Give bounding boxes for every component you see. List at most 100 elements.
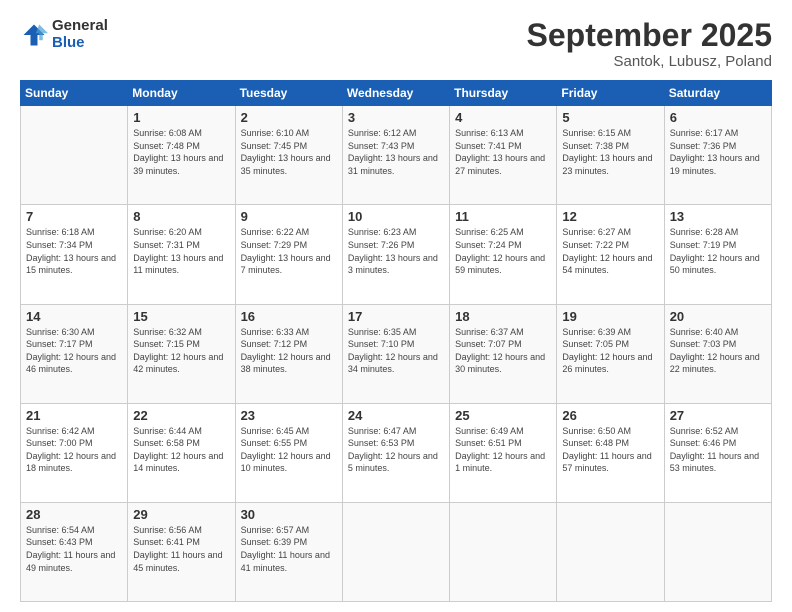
calendar-cell [557, 502, 664, 601]
calendar-week-row: 1 Sunrise: 6:08 AMSunset: 7:48 PMDaylight… [21, 106, 772, 205]
calendar-week-row: 7 Sunrise: 6:18 AMSunset: 7:34 PMDaylight… [21, 205, 772, 304]
day-info: Sunrise: 6:15 AMSunset: 7:38 PMDaylight:… [562, 127, 658, 177]
calendar-cell: 20 Sunrise: 6:40 AMSunset: 7:03 PMDayligh… [664, 304, 771, 403]
day-number: 30 [241, 507, 337, 522]
day-number: 11 [455, 209, 551, 224]
calendar-cell: 11 Sunrise: 6:25 AMSunset: 7:24 PMDayligh… [450, 205, 557, 304]
logo: General Blue [20, 18, 108, 51]
col-thursday: Thursday [450, 81, 557, 106]
calendar-cell: 6 Sunrise: 6:17 AMSunset: 7:36 PMDaylight… [664, 106, 771, 205]
day-number: 3 [348, 110, 444, 125]
calendar-cell: 28 Sunrise: 6:54 AMSunset: 6:43 PMDayligh… [21, 502, 128, 601]
day-number: 6 [670, 110, 766, 125]
title-block: September 2025 Santok, Lubusz, Poland [527, 18, 772, 70]
day-number: 13 [670, 209, 766, 224]
calendar-week-row: 21 Sunrise: 6:42 AMSunset: 7:00 PMDayligh… [21, 403, 772, 502]
calendar-cell: 22Sunrise: 6:44 AMSunset: 6:58 PMDayligh… [128, 403, 235, 502]
calendar-cell: 5 Sunrise: 6:15 AMSunset: 7:38 PMDaylight… [557, 106, 664, 205]
calendar-table: Sunday Monday Tuesday Wednesday Thursday… [20, 80, 772, 602]
day-info: Sunrise: 6:32 AMSunset: 7:15 PMDaylight:… [133, 326, 229, 376]
day-number: 25 [455, 408, 551, 423]
calendar-cell: 10 Sunrise: 6:23 AMSunset: 7:26 PMDayligh… [342, 205, 449, 304]
day-number: 28 [26, 507, 122, 522]
calendar-cell: 24Sunrise: 6:47 AMSunset: 6:53 PMDayligh… [342, 403, 449, 502]
day-info: Sunrise: 6:22 AMSunset: 7:29 PMDaylight:… [241, 226, 337, 276]
day-number: 18 [455, 309, 551, 324]
day-info: Sunrise: 6:33 AMSunset: 7:12 PMDaylight:… [241, 326, 337, 376]
calendar-cell: 8Sunrise: 6:20 AMSunset: 7:31 PMDaylight… [128, 205, 235, 304]
day-number: 9 [241, 209, 337, 224]
logo-blue: Blue [52, 35, 108, 52]
page: General Blue September 2025 Santok, Lubu… [0, 0, 792, 612]
day-info: Sunrise: 6:17 AMSunset: 7:36 PMDaylight:… [670, 127, 766, 177]
calendar-cell: 17Sunrise: 6:35 AMSunset: 7:10 PMDayligh… [342, 304, 449, 403]
day-info: Sunrise: 6:08 AMSunset: 7:48 PMDaylight:… [133, 127, 229, 177]
day-number: 12 [562, 209, 658, 224]
calendar-week-row: 28 Sunrise: 6:54 AMSunset: 6:43 PMDayligh… [21, 502, 772, 601]
day-info: Sunrise: 6:10 AMSunset: 7:45 PMDaylight:… [241, 127, 337, 177]
day-info: Sunrise: 6:13 AMSunset: 7:41 PMDaylight:… [455, 127, 551, 177]
day-info: Sunrise: 6:47 AMSunset: 6:53 PMDaylight:… [348, 425, 444, 475]
day-number: 8 [133, 209, 229, 224]
day-number: 20 [670, 309, 766, 324]
col-friday: Friday [557, 81, 664, 106]
day-info: Sunrise: 6:49 AMSunset: 6:51 PMDaylight:… [455, 425, 551, 475]
calendar-cell: 14 Sunrise: 6:30 AMSunset: 7:17 PMDayligh… [21, 304, 128, 403]
day-number: 16 [241, 309, 337, 324]
day-info: Sunrise: 6:45 AMSunset: 6:55 PMDaylight:… [241, 425, 337, 475]
col-saturday: Saturday [664, 81, 771, 106]
calendar-cell: 7 Sunrise: 6:18 AMSunset: 7:34 PMDaylight… [21, 205, 128, 304]
header: General Blue September 2025 Santok, Lubu… [20, 18, 772, 70]
day-info: Sunrise: 6:50 AMSunset: 6:48 PMDaylight:… [562, 425, 658, 475]
calendar-cell: 3Sunrise: 6:12 AMSunset: 7:43 PMDaylight… [342, 106, 449, 205]
calendar-cell: 16 Sunrise: 6:33 AMSunset: 7:12 PMDayligh… [235, 304, 342, 403]
day-number: 15 [133, 309, 229, 324]
calendar-cell: 26Sunrise: 6:50 AMSunset: 6:48 PMDayligh… [557, 403, 664, 502]
calendar-cell: 21 Sunrise: 6:42 AMSunset: 7:00 PMDayligh… [21, 403, 128, 502]
day-number: 27 [670, 408, 766, 423]
col-sunday: Sunday [21, 81, 128, 106]
calendar-cell: 27Sunrise: 6:52 AMSunset: 6:46 PMDayligh… [664, 403, 771, 502]
day-number: 22 [133, 408, 229, 423]
calendar-cell: 19Sunrise: 6:39 AMSunset: 7:05 PMDayligh… [557, 304, 664, 403]
calendar-cell: 18 Sunrise: 6:37 AMSunset: 7:07 PMDayligh… [450, 304, 557, 403]
day-info: Sunrise: 6:18 AMSunset: 7:34 PMDaylight:… [26, 226, 122, 276]
day-number: 19 [562, 309, 658, 324]
day-number: 23 [241, 408, 337, 423]
day-number: 14 [26, 309, 122, 324]
calendar-cell: 4Sunrise: 6:13 AMSunset: 7:41 PMDaylight… [450, 106, 557, 205]
day-number: 10 [348, 209, 444, 224]
col-wednesday: Wednesday [342, 81, 449, 106]
calendar-cell [450, 502, 557, 601]
col-tuesday: Tuesday [235, 81, 342, 106]
calendar-cell: 13 Sunrise: 6:28 AMSunset: 7:19 PMDayligh… [664, 205, 771, 304]
calendar-cell [21, 106, 128, 205]
logo-text: General Blue [52, 18, 108, 51]
day-number: 21 [26, 408, 122, 423]
day-number: 7 [26, 209, 122, 224]
day-info: Sunrise: 6:54 AMSunset: 6:43 PMDaylight:… [26, 524, 122, 574]
day-info: Sunrise: 6:25 AMSunset: 7:24 PMDaylight:… [455, 226, 551, 276]
logo-general: General [52, 18, 108, 35]
day-info: Sunrise: 6:35 AMSunset: 7:10 PMDaylight:… [348, 326, 444, 376]
day-info: Sunrise: 6:23 AMSunset: 7:26 PMDaylight:… [348, 226, 444, 276]
title-month: September 2025 [527, 18, 772, 53]
calendar-cell: 25 Sunrise: 6:49 AMSunset: 6:51 PMDayligh… [450, 403, 557, 502]
day-number: 29 [133, 507, 229, 522]
day-info: Sunrise: 6:37 AMSunset: 7:07 PMDaylight:… [455, 326, 551, 376]
calendar-cell: 1 Sunrise: 6:08 AMSunset: 7:48 PMDaylight… [128, 106, 235, 205]
day-number: 5 [562, 110, 658, 125]
day-info: Sunrise: 6:28 AMSunset: 7:19 PMDaylight:… [670, 226, 766, 276]
title-location: Santok, Lubusz, Poland [527, 53, 772, 70]
calendar-cell [342, 502, 449, 601]
calendar-week-row: 14 Sunrise: 6:30 AMSunset: 7:17 PMDayligh… [21, 304, 772, 403]
calendar-cell: 12 Sunrise: 6:27 AMSunset: 7:22 PMDayligh… [557, 205, 664, 304]
day-info: Sunrise: 6:30 AMSunset: 7:17 PMDaylight:… [26, 326, 122, 376]
day-number: 2 [241, 110, 337, 125]
day-info: Sunrise: 6:42 AMSunset: 7:00 PMDaylight:… [26, 425, 122, 475]
day-info: Sunrise: 6:27 AMSunset: 7:22 PMDaylight:… [562, 226, 658, 276]
day-info: Sunrise: 6:40 AMSunset: 7:03 PMDaylight:… [670, 326, 766, 376]
day-number: 1 [133, 110, 229, 125]
calendar-cell: 29Sunrise: 6:56 AMSunset: 6:41 PMDayligh… [128, 502, 235, 601]
logo-icon [20, 21, 48, 49]
